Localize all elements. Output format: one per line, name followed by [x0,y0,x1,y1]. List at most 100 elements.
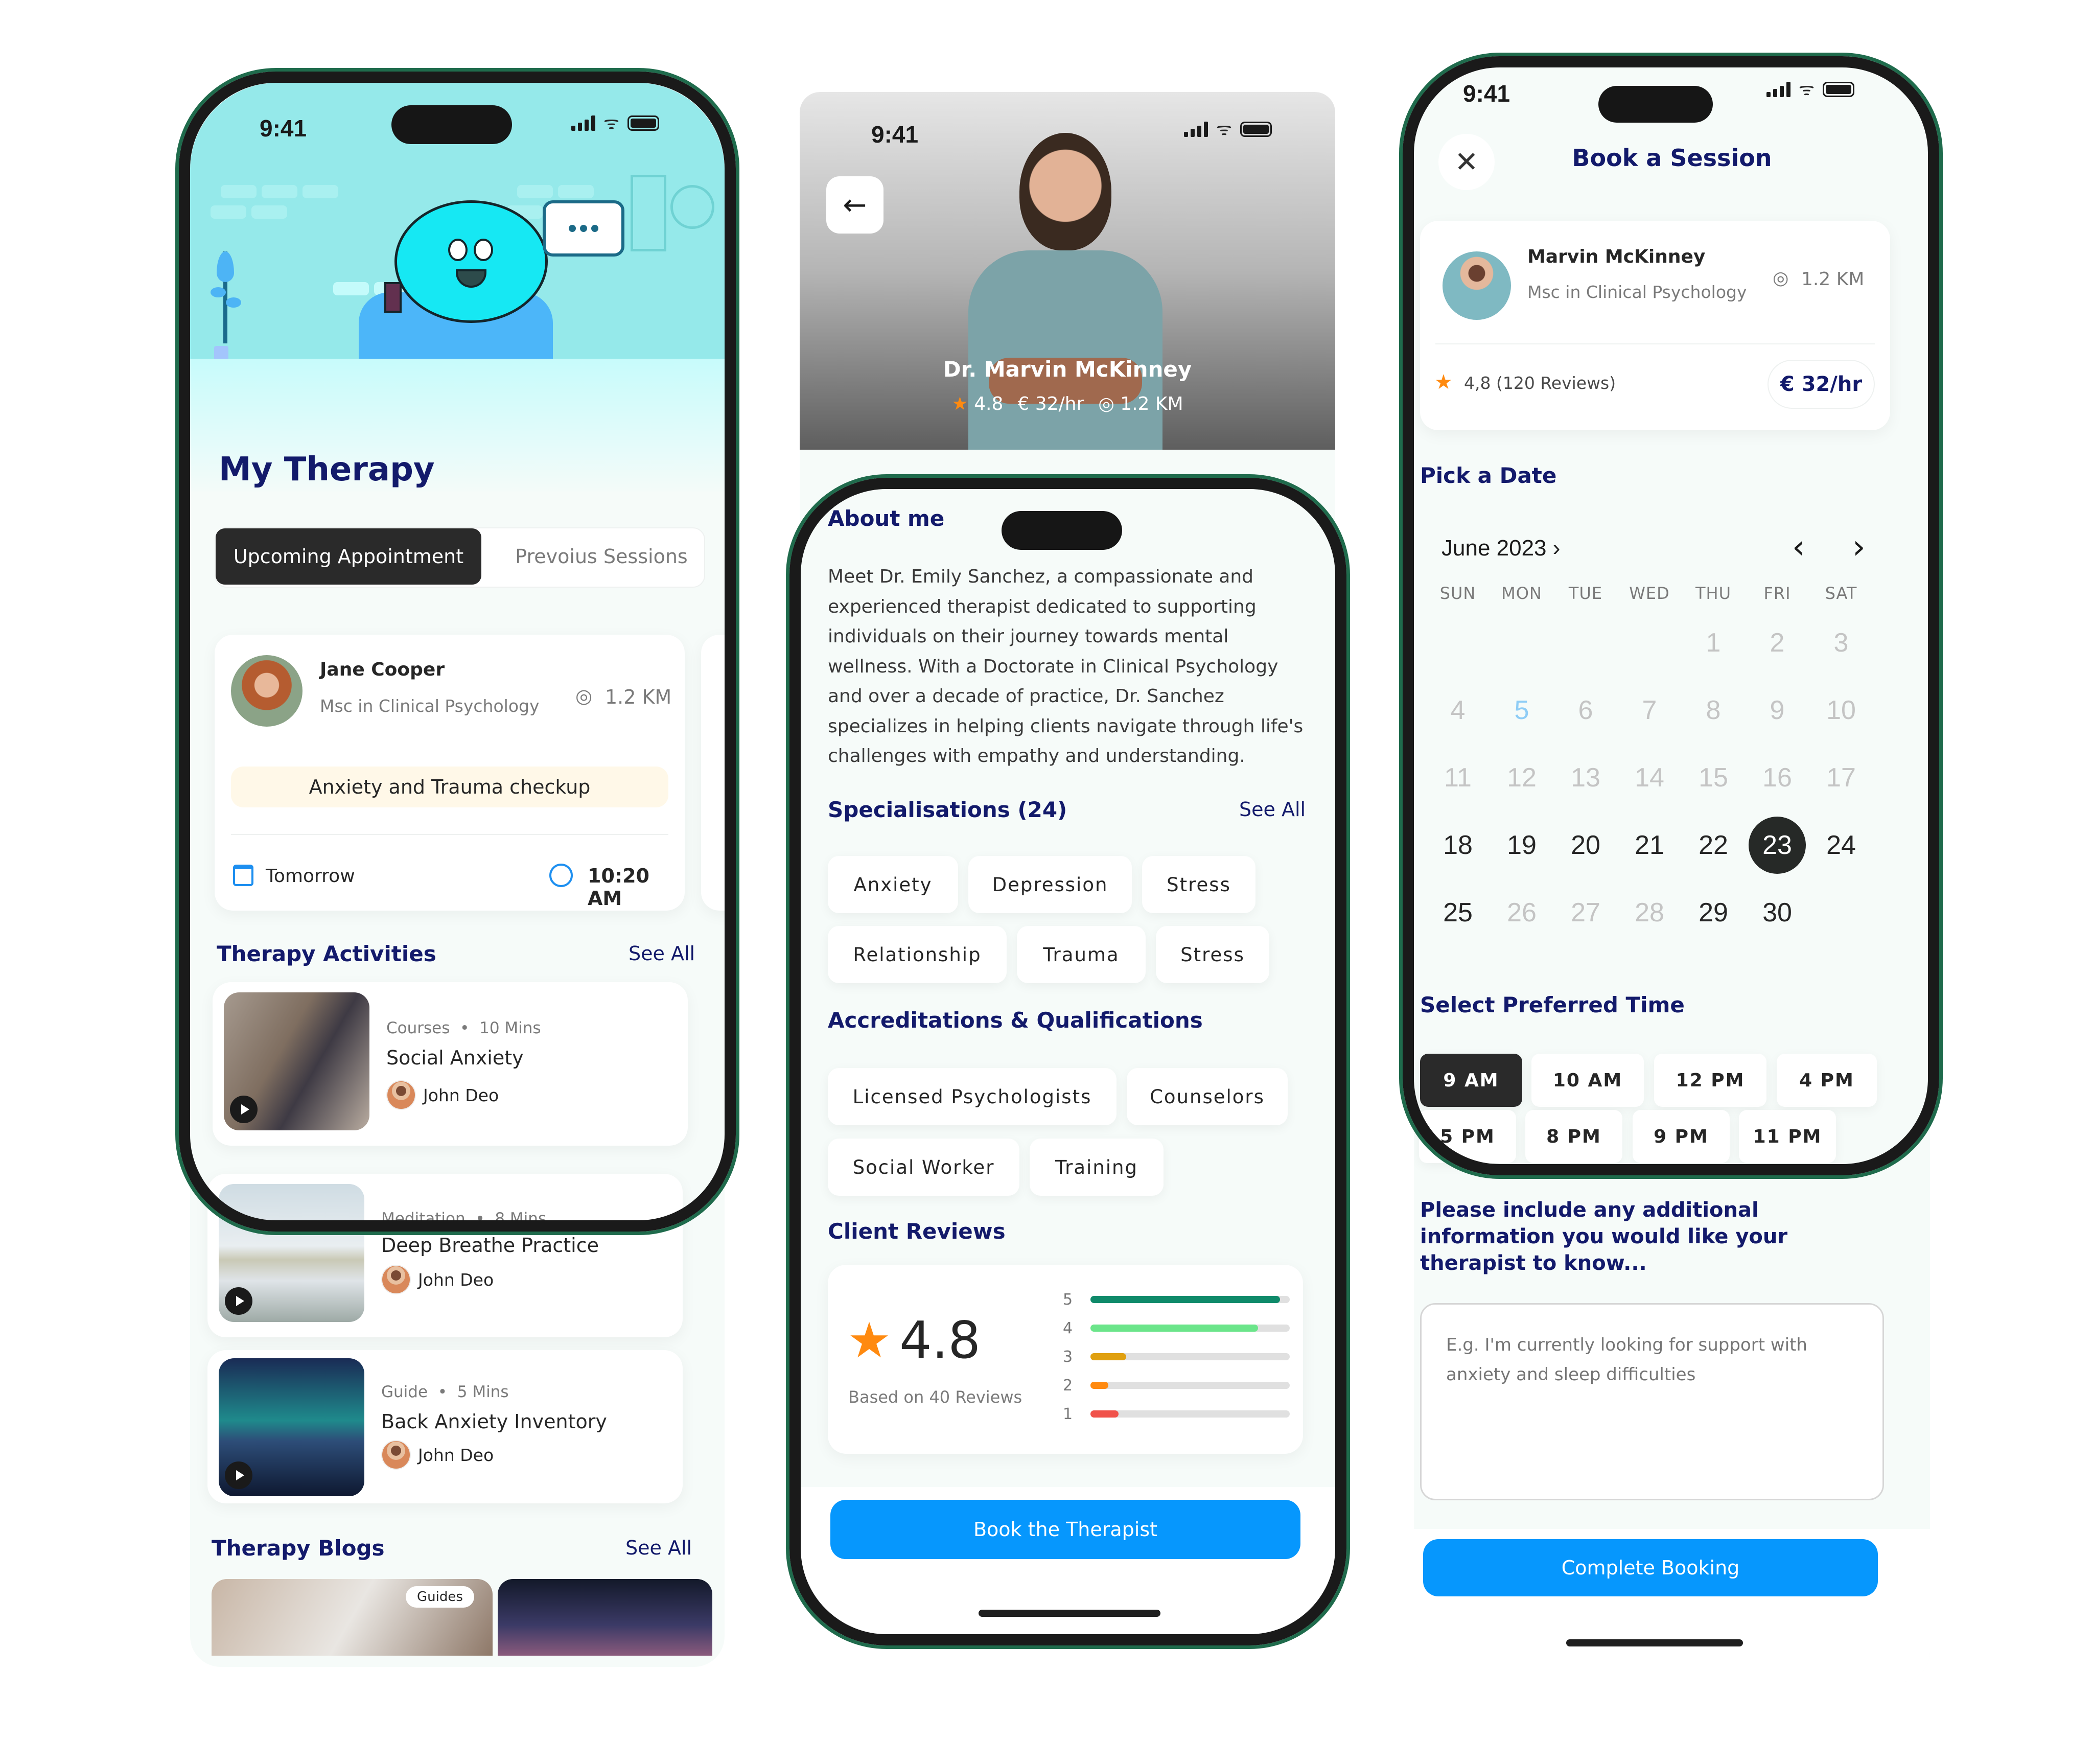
accreditation-chip[interactable]: Training [1030,1139,1164,1196]
calendar-day[interactable]: 14 [1621,749,1678,806]
calendar-day[interactable]: 1 [1685,614,1742,671]
specialisation-chip[interactable]: Depression [968,856,1132,913]
blog-card[interactable] [498,1579,712,1656]
time-slot[interactable]: 5 PM [1419,1110,1516,1163]
book-therapist-button[interactable]: Book the Therapist [830,1500,1300,1559]
calendar-day[interactable]: 27 [1557,884,1614,941]
calendar-day[interactable]: 24 [1812,817,1870,874]
therapist-summary-card[interactable]: Marvin McKinney Msc in Clinical Psycholo… [1420,221,1890,430]
blog-card[interactable]: Guides [212,1579,493,1656]
specialisation-chip[interactable]: Anxiety [828,856,958,913]
prev-month-button[interactable]: ‹ [1792,528,1805,566]
appointment-time: 10:20 AM [588,865,649,910]
month-selector[interactable]: June 2023 › [1441,536,1560,561]
calendar-day[interactable]: 16 [1749,749,1806,806]
therapist-name: Marvin McKinney [1527,246,1706,267]
calendar-day[interactable]: 22 [1685,817,1742,874]
activities-see-all[interactable]: See All [629,942,695,965]
calendar-day[interactable]: 21 [1621,817,1678,874]
weekday-label: WED [1629,584,1670,603]
complete-booking-button[interactable]: Complete Booking [1423,1539,1878,1596]
specialisation-chip[interactable]: Stress [1156,926,1269,983]
calendar-day[interactable]: 10 [1812,682,1870,739]
wifi-icon: ᯤ [1799,79,1815,100]
calendar-day[interactable]: 15 [1685,749,1742,806]
calendar-day[interactable]: 13 [1557,749,1614,806]
calendar-day[interactable]: 6 [1557,682,1614,739]
therapist-avatar [231,655,303,727]
play-icon[interactable] [230,1096,258,1123]
divider [231,834,668,835]
rating-text: 4,8 (120 Reviews) [1464,373,1616,393]
accreditation-chip[interactable]: Counselors [1127,1068,1288,1125]
specialisation-chip[interactable]: Stress [1142,856,1255,913]
next-appointment-card-peek[interactable] [701,635,725,911]
calendar-day[interactable]: 17 [1812,749,1870,806]
calendar-day[interactable]: 26 [1493,884,1550,941]
time-slot[interactable]: 8 PM [1525,1110,1622,1163]
chevron-right-icon: › [1552,536,1561,561]
next-month-button[interactable]: › [1852,528,1866,566]
therapist-name: Jane Cooper [320,659,445,680]
activity-item[interactable]: Meditation • 8 Mins Deep Breathe Practic… [207,1174,683,1337]
rating-distribution: 5 4 3 2 1 [1063,1289,1298,1437]
dynamic-island [1002,511,1122,550]
activity-item[interactable]: Guide • 5 Mins Back Anxiety Inventory Jo… [207,1350,683,1503]
activity-title: Back Anxiety Inventory [381,1410,607,1433]
tab-upcoming-appointment[interactable]: Upcoming Appointment [216,528,481,585]
weekday-label: SUN [1439,584,1476,603]
appointment-tabs: Upcoming Appointment Prevoius Sessions [215,527,705,588]
calendar-day[interactable]: 19 [1493,817,1550,874]
rating-bar-fill [1090,1296,1280,1303]
calendar-day[interactable]: 11 [1429,749,1486,806]
activity-author: John Deo [386,1080,499,1110]
calendar-day[interactable]: 12 [1493,749,1550,806]
appointment-card[interactable]: Jane Cooper Msc in Clinical Psychology ◎… [215,635,685,911]
time-slot-selected[interactable]: 9 AM [1420,1054,1522,1107]
specialisation-chip[interactable]: Relationship [828,926,1007,983]
calendar-day[interactable]: 25 [1429,884,1486,941]
rating-bar-fill [1090,1353,1127,1360]
time-slot[interactable]: 10 AM [1531,1054,1644,1107]
calendar-day[interactable]: 9 [1749,682,1806,739]
specialisations-see-all[interactable]: See All [1239,798,1306,821]
therapist-hero: ← 9:41 ᯤ Dr. Marvin McKinney ★ 4.8 € 32/… [800,92,1335,450]
accreditation-chip[interactable]: Licensed Psychologists [828,1068,1117,1125]
activity-item[interactable]: Courses • 10 Mins Social Anxiety John De… [213,982,688,1146]
signal-icon [1184,122,1208,137]
wifi-icon: ᯤ [603,113,620,133]
time-slot[interactable]: 4 PM [1777,1054,1877,1107]
rating-stat: ★ 4.8 [951,393,1004,414]
author-avatar [381,1265,411,1294]
blogs-see-all[interactable]: See All [625,1537,692,1559]
calendar-day[interactable]: 29 [1685,884,1742,941]
calendar-day[interactable]: 7 [1621,682,1678,739]
calendar-day-selected[interactable]: 23 [1749,817,1806,874]
tab-previous-sessions[interactable]: Prevoius Sessions [502,528,701,585]
therapist-stats: ★ 4.8 € 32/hr ◎ 1.2 KM [800,393,1335,414]
time-slot[interactable]: 12 PM [1654,1054,1766,1107]
calendar-day[interactable]: 28 [1621,884,1678,941]
notes-input[interactable] [1420,1303,1884,1500]
activity-thumbnail [219,1358,364,1496]
calendar-day[interactable]: 2 [1749,614,1806,671]
calendar-day[interactable]: 4 [1429,682,1486,739]
calendar-day[interactable]: 30 [1749,884,1806,941]
back-button[interactable]: ← [826,176,883,234]
time-slot[interactable]: 11 PM [1739,1110,1836,1163]
play-icon[interactable] [225,1461,252,1489]
reviews-summary-card: ★ 4.8 Based on 40 Reviews 5 4 3 2 1 [828,1265,1303,1454]
calendar-day[interactable]: 18 [1429,817,1486,874]
time-slot[interactable]: 9 PM [1633,1110,1730,1163]
signal-icon [1766,82,1790,97]
calendar-day[interactable]: 3 [1812,614,1870,671]
accreditation-chip[interactable]: Social Worker [828,1139,1019,1196]
about-title: About me [828,506,945,531]
play-icon[interactable] [225,1287,252,1315]
calendar-day[interactable]: 8 [1685,682,1742,739]
specialisation-chip[interactable]: Trauma [1017,926,1146,983]
location-pin-icon: ◎ [1773,268,1789,289]
average-rating: 4.8 [899,1310,981,1370]
calendar-day[interactable]: 5 [1493,682,1550,739]
calendar-day[interactable]: 20 [1557,817,1614,874]
